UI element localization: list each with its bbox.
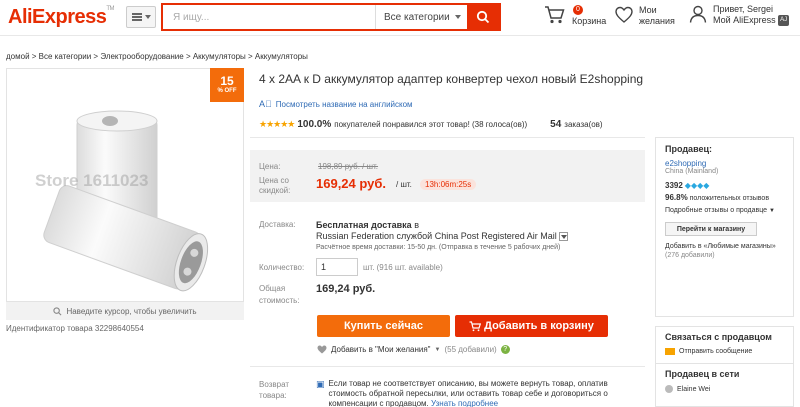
chevron-down-icon: ▼ [434, 346, 441, 353]
price-label: Цена: [259, 162, 281, 171]
diamond-icon: ◆◆◆◆ [684, 181, 710, 190]
add-to-cart-button[interactable]: Добавить в корзину [455, 315, 608, 337]
search-icon [476, 10, 490, 24]
store-watermark: Store 1611023 [35, 171, 149, 190]
seller-details-link[interactable]: Подробные отзывы о продавце ▼ [665, 206, 784, 216]
total-price: 169,24 руб. [316, 283, 376, 295]
category-menu-button[interactable] [126, 6, 156, 28]
hamburger-icon [131, 13, 142, 21]
add-favorite-store[interactable]: Добавить в «Любимые магазины» (276 добав… [665, 242, 784, 260]
envelope-icon [665, 348, 675, 355]
seller-heading: Продавец: [665, 144, 713, 154]
returns-label: Возврат товара: [259, 380, 289, 400]
shipping-dropdown-icon[interactable] [559, 232, 569, 242]
cart-icon [545, 6, 565, 24]
wishlist-link[interactable]: Мои желания [614, 5, 675, 27]
go-to-store-button[interactable]: Перейти к магазину [665, 222, 757, 236]
magnifier-icon [53, 306, 62, 315]
info-icon: ▣ [316, 379, 325, 389]
seller-score: 3392 ◆◆◆◆ [665, 181, 710, 190]
seller-person[interactable]: Elaine Wei [665, 385, 784, 393]
seller-online-panel: Продавец в сети Elaine Wei [655, 364, 794, 407]
delivery-info: Бесплатная доставка в Russian Federation… [316, 220, 569, 253]
add-to-wishlist[interactable]: Добавить в "Мои желания" ▼ (55 добавили)… [317, 345, 510, 354]
help-icon[interactable]: ? [500, 345, 510, 354]
sale-price-label: Цена со скидкой: [259, 176, 291, 195]
cart-icon [469, 320, 482, 331]
shipping-method[interactable]: Russian Federation службой China Post Re… [316, 231, 557, 241]
learn-more-link[interactable]: Узнать подробнее [431, 399, 498, 407]
wishlist-count: (55 добавили) [444, 345, 497, 354]
breadcrumb[interactable]: домой > Все категории > Электрооборудова… [6, 52, 308, 61]
product-image[interactable]: Store 1611023 [6, 68, 244, 302]
countdown-timer: 13h:06m:25s [420, 179, 477, 190]
heart-icon [615, 6, 633, 23]
contact-heading: Связаться с продавцом [665, 332, 772, 342]
seller-panel: Продавец: e2shopping China (Mainland) 33… [655, 137, 794, 317]
seller-feedback: 96.8% положительных отзывов [665, 193, 770, 202]
send-message-link[interactable]: Отправить сообщение [665, 348, 784, 355]
seller-store-link[interactable]: e2shopping [665, 159, 784, 168]
rating-row: ★★★★★ 100.0% покупателей понравился этот… [259, 119, 603, 130]
price-unit: / шт. [396, 180, 412, 189]
chevron-down-icon [144, 15, 151, 19]
contact-seller-panel: Связаться с продавцом Отправить сообщени… [655, 326, 794, 364]
user-icon [689, 5, 707, 23]
returns-policy: ▣ Если товар не соответствует описанию, … [316, 379, 608, 407]
status-dot-icon [665, 385, 673, 393]
orders-label: заказа(ов) [564, 120, 603, 129]
delivery-label: Доставка: [259, 220, 296, 229]
price-panel [250, 150, 645, 202]
translate-icon: A⃝ [259, 99, 272, 109]
product-title: 4 x 2AA к D аккумулятор адаптер конверте… [259, 72, 644, 86]
heart-icon [317, 345, 327, 354]
cart-count-badge: 0 [573, 5, 583, 15]
divider [250, 366, 645, 367]
old-price: 198,89 руб. / шт. [318, 162, 379, 171]
translate-title-link[interactable]: A⃝ Посмотреть название на английском [259, 99, 413, 109]
search-button[interactable] [467, 5, 499, 29]
chevron-down-icon [455, 15, 461, 19]
orders-count: 54 [550, 119, 562, 130]
quantity-available: шт. (916 шт. available) [363, 263, 443, 272]
product-id: Идентификатор товара 32298640554 [6, 324, 144, 333]
sale-price: 169,24 руб. [316, 176, 387, 191]
discount-badge: 15 % OFF [210, 68, 244, 102]
search-category-select[interactable]: Все категории [375, 5, 467, 29]
cart-label: Корзина [572, 16, 607, 26]
rating-percent: 100.0% [297, 119, 332, 130]
divider [250, 137, 645, 138]
account-link[interactable]: Привет, Sergei Мой AliExpress AJ [688, 4, 790, 27]
search-bar: Все категории [161, 3, 501, 31]
chevron-down-icon: ▼ [769, 208, 775, 214]
cart-link[interactable]: 0 Корзина [544, 5, 606, 26]
online-heading: Продавец в сети [665, 369, 740, 379]
zoom-hint: Наведите курсор, чтобы увеличить [6, 302, 244, 320]
seller-country: China (Mainland) [665, 168, 719, 175]
quantity-input[interactable] [316, 258, 358, 276]
rating-text[interactable]: покупателей понравился этот товар! (38 г… [334, 120, 527, 129]
total-label: Общая стоимость: [259, 284, 300, 305]
user-badge: AJ [778, 15, 790, 27]
buy-now-button[interactable]: Купить сейчас [317, 315, 450, 337]
rating-stars[interactable]: ★★★★★ [259, 119, 295, 130]
quantity-label: Количество: [259, 263, 305, 272]
search-input[interactable] [163, 5, 375, 29]
aliexpress-logo[interactable]: AliExpressTM [8, 6, 115, 29]
